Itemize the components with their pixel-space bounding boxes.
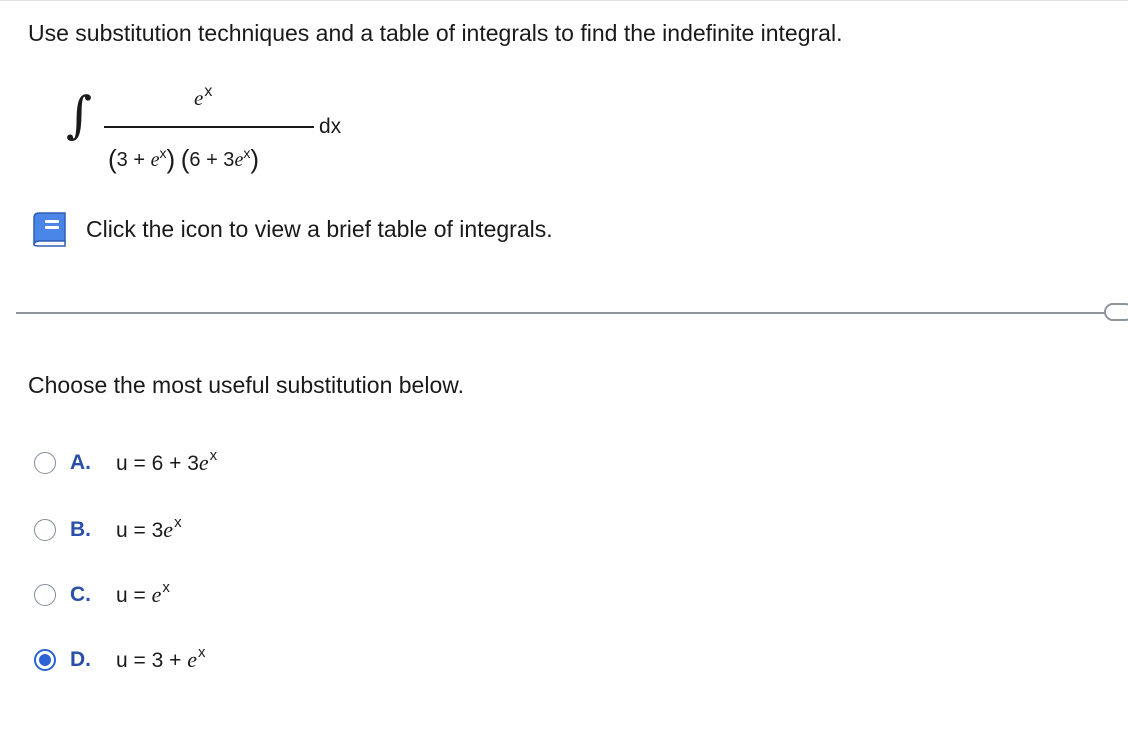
option-expression: u = ex: [116, 579, 170, 607]
integral-sign: ∫: [66, 86, 93, 144]
fraction-bar: [104, 126, 314, 128]
integral-table-link[interactable]: Click the icon to view a brief table of …: [29, 210, 553, 248]
option-c[interactable]: C. u = ex: [34, 579, 170, 608]
option-expression: u = 6 + 3ex: [116, 447, 218, 475]
option-b[interactable]: B. u = 3ex: [34, 514, 182, 543]
option-a[interactable]: A. u = 6 + 3ex: [34, 447, 218, 476]
denominator: (3 + ex) (6 + 3ex): [108, 144, 259, 174]
differential: dx: [319, 115, 342, 138]
radio-button-selected[interactable]: [34, 649, 56, 671]
top-rule: [0, 0, 1128, 1]
question-text: Use substitution techniques and a table …: [28, 20, 843, 46]
option-d[interactable]: D. u = 3 + ex: [34, 644, 206, 673]
option-letter: B.: [70, 518, 91, 541]
section-divider: [16, 312, 1111, 314]
book-icon[interactable]: [29, 210, 69, 248]
option-letter: C.: [70, 583, 91, 606]
option-expression: u = 3 + ex: [116, 644, 206, 672]
integral-expression: ∫ ex dx (3 + ex) (6 + 3ex): [66, 83, 366, 184]
table-link-text[interactable]: Click the icon to view a brief table of …: [86, 216, 553, 243]
numerator: ex: [194, 83, 213, 110]
prompt-text: Choose the most useful substitution belo…: [28, 372, 464, 398]
option-letter: D.: [70, 648, 91, 671]
radio-button[interactable]: [34, 519, 56, 541]
radio-button[interactable]: [34, 452, 56, 474]
divider-drag-handle[interactable]: [1104, 303, 1128, 321]
option-expression: u = 3ex: [116, 514, 182, 542]
option-letter: A.: [70, 451, 91, 474]
radio-button[interactable]: [34, 584, 56, 606]
